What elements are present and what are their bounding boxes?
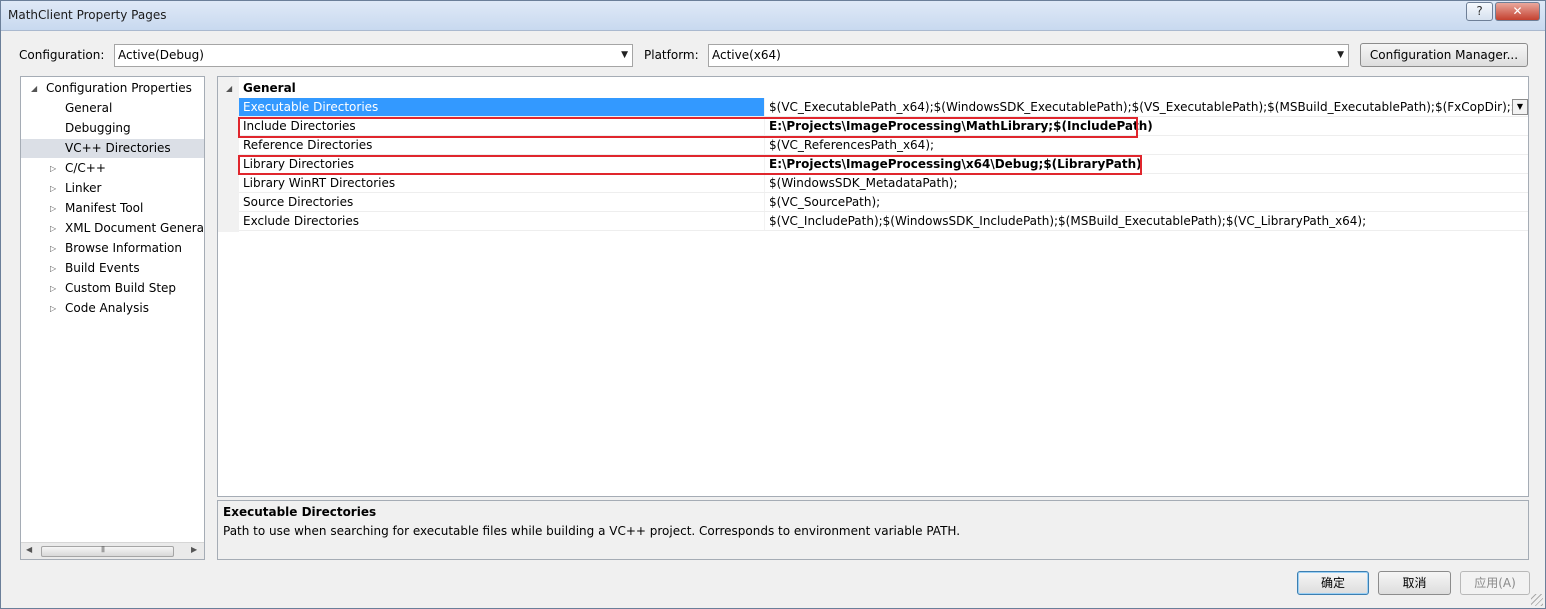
ok-button[interactable]: 确定 bbox=[1297, 571, 1369, 595]
description-panel: Executable Directories Path to use when … bbox=[217, 500, 1529, 560]
property-grid: ◢ General Executable Directories $(VC_Ex… bbox=[217, 76, 1529, 497]
property-name: Source Directories bbox=[243, 195, 354, 209]
property-pages-dialog: MathClient Property Pages ? ✕ Configurat… bbox=[0, 0, 1546, 609]
platform-value: Active(x64) bbox=[712, 48, 781, 62]
highlight-box-include-directories bbox=[238, 117, 1138, 138]
configuration-value: Active(Debug) bbox=[118, 48, 204, 62]
window-title: MathClient Property Pages bbox=[8, 8, 167, 22]
chevron-down-icon: ▼ bbox=[621, 50, 628, 60]
tree-item-xml-document-generator[interactable]: ▷ XML Document Generat bbox=[21, 219, 204, 238]
tree-item-code-analysis[interactable]: ▷ Code Analysis bbox=[21, 299, 204, 318]
category-general[interactable]: ◢ General bbox=[218, 79, 1528, 98]
platform-label: Platform: bbox=[644, 48, 699, 62]
tree-item-label: Code Analysis bbox=[65, 301, 149, 315]
grip-icon: ||| bbox=[101, 546, 105, 553]
tree-item-label: Manifest Tool bbox=[65, 201, 144, 215]
tree-item-label: Browse Information bbox=[65, 241, 182, 255]
tree-item-label: Build Events bbox=[65, 261, 140, 275]
tree-horizontal-scrollbar[interactable]: ◀ ||| ▶ bbox=[21, 542, 204, 559]
tree-item-label: VC++ Directories bbox=[65, 141, 171, 155]
expanded-triangle-icon[interactable]: ◢ bbox=[31, 79, 37, 98]
highlight-box-library-directories bbox=[238, 155, 1142, 175]
tree-item-label: General bbox=[65, 101, 113, 115]
tree-item-label: Debugging bbox=[65, 121, 131, 135]
apply-button[interactable]: 应用(A) bbox=[1460, 571, 1530, 595]
title-bar: MathClient Property Pages ? ✕ bbox=[1, 1, 1545, 31]
tree-item-manifest-tool[interactable]: ▷ Manifest Tool bbox=[21, 199, 204, 218]
tree-item-label: C/C++ bbox=[65, 161, 106, 175]
property-name: Exclude Directories bbox=[243, 214, 359, 228]
tree-item-linker[interactable]: ▷ Linker bbox=[21, 179, 204, 198]
collapsed-triangle-icon[interactable]: ▷ bbox=[50, 299, 56, 318]
tree-item-label: Custom Build Step bbox=[65, 281, 177, 295]
property-value[interactable]: $(WindowsSDK_MetadataPath); bbox=[764, 174, 1528, 192]
description-title: Executable Directories bbox=[223, 505, 377, 519]
property-name: Library WinRT Directories bbox=[243, 176, 396, 190]
tree-item-custom-build-step[interactable]: ▷ Custom Build Step bbox=[21, 279, 204, 298]
tree-item-label: Configuration Properties bbox=[46, 81, 192, 95]
scroll-right-icon[interactable]: ▶ bbox=[191, 545, 197, 554]
property-name: Reference Directories bbox=[243, 138, 373, 152]
tree-item-label: XML Document Generat bbox=[65, 221, 204, 235]
help-button[interactable]: ? bbox=[1466, 2, 1493, 21]
tree-item-configuration-properties[interactable]: ◢ Configuration Properties bbox=[21, 79, 204, 98]
resize-grip-icon[interactable] bbox=[1531, 594, 1543, 606]
chevron-down-icon[interactable]: ▼ bbox=[1512, 99, 1528, 115]
property-value[interactable]: $(VC_SourcePath); bbox=[764, 193, 1528, 211]
configuration-manager-button[interactable]: Configuration Manager... bbox=[1360, 43, 1528, 67]
configuration-select[interactable]: Active(Debug) ▼ bbox=[114, 44, 633, 67]
property-value[interactable]: $(VC_ExecutablePath_x64);$(WindowsSDK_Ex… bbox=[764, 98, 1512, 116]
collapsed-triangle-icon[interactable]: ▷ bbox=[50, 199, 56, 218]
collapsed-triangle-icon[interactable]: ▷ bbox=[50, 179, 56, 198]
property-name: Executable Directories bbox=[239, 98, 764, 116]
property-value[interactable]: $(VC_ReferencesPath_x64); bbox=[764, 136, 1528, 154]
chevron-down-icon: ▼ bbox=[1337, 50, 1344, 60]
property-row-exclude-directories[interactable]: Exclude Directories $(VC_IncludePath);$(… bbox=[239, 212, 1528, 231]
description-text: Path to use when searching for executabl… bbox=[223, 524, 961, 538]
collapsed-triangle-icon[interactable]: ▷ bbox=[50, 219, 56, 238]
collapsed-triangle-icon[interactable]: ▷ bbox=[50, 159, 56, 178]
configuration-label: Configuration: bbox=[19, 48, 105, 62]
collapsed-triangle-icon[interactable]: ▷ bbox=[50, 279, 56, 298]
property-row-source-directories[interactable]: Source Directories $(VC_SourcePath); bbox=[239, 193, 1528, 212]
tree-item-c-cpp[interactable]: ▷ C/C++ bbox=[21, 159, 204, 178]
scrollbar-thumb[interactable] bbox=[41, 546, 174, 557]
property-row-library-winrt-directories[interactable]: Library WinRT Directories $(WindowsSDK_M… bbox=[239, 174, 1528, 193]
cancel-button[interactable]: 取消 bbox=[1378, 571, 1451, 595]
category-label: General bbox=[243, 81, 296, 95]
tree-item-browse-information[interactable]: ▷ Browse Information bbox=[21, 239, 204, 258]
property-value[interactable]: $(VC_IncludePath);$(WindowsSDK_IncludePa… bbox=[764, 212, 1528, 230]
tree-item-debugging[interactable]: Debugging bbox=[21, 119, 204, 138]
tree-item-vc-directories[interactable]: VC++ Directories bbox=[21, 139, 204, 158]
category-gutter bbox=[218, 77, 239, 232]
collapsed-triangle-icon[interactable]: ▷ bbox=[50, 259, 56, 278]
tree-item-label: Linker bbox=[65, 181, 102, 195]
tree-item-general[interactable]: General bbox=[21, 99, 204, 118]
property-row-reference-directories[interactable]: Reference Directories $(VC_ReferencesPat… bbox=[239, 136, 1528, 155]
close-button[interactable]: ✕ bbox=[1495, 2, 1540, 21]
tree-item-build-events[interactable]: ▷ Build Events bbox=[21, 259, 204, 278]
expanded-triangle-icon[interactable]: ◢ bbox=[226, 79, 232, 98]
property-tree: ◢ Configuration Properties General Debug… bbox=[20, 76, 205, 560]
scroll-left-icon[interactable]: ◀ bbox=[26, 545, 32, 554]
platform-select[interactable]: Active(x64) ▼ bbox=[708, 44, 1349, 67]
collapsed-triangle-icon[interactable]: ▷ bbox=[50, 239, 56, 258]
property-row-executable-directories[interactable]: Executable Directories $(VC_ExecutablePa… bbox=[239, 98, 1528, 117]
